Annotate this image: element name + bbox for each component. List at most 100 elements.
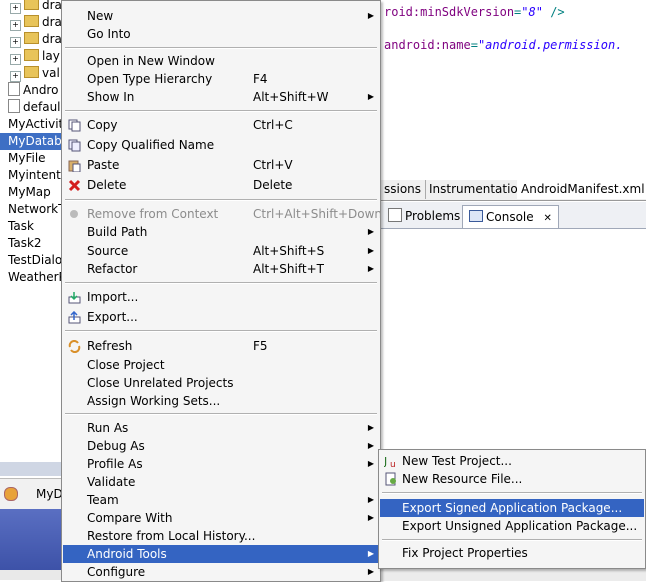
submenu-item-new-resource-file[interactable]: New Resource File... — [380, 470, 644, 488]
tree-item[interactable]: MyDataba — [0, 133, 64, 150]
tree-item[interactable]: MyActivit — [0, 116, 63, 133]
menu-item-label: Build Path — [87, 225, 148, 239]
tree-item[interactable]: + val — [0, 65, 60, 82]
tree-item[interactable]: WeatherP — [0, 269, 64, 286]
submenu-arrow-icon: ▶ — [367, 246, 374, 255]
menu-item-shortcut: F5 — [253, 339, 268, 353]
expand-icon[interactable]: + — [10, 71, 21, 82]
submenu-arrow-icon: ▶ — [367, 459, 374, 468]
menu-item-label: Validate — [87, 475, 136, 489]
tab-androidmanifest[interactable]: AndroidManifest.xml — [517, 180, 646, 199]
menu-item-remove-from-context: Remove from Context Ctrl+Alt+Shift+Down — [63, 205, 382, 223]
tree-item[interactable]: + lay — [0, 48, 60, 65]
menu-item-import[interactable]: Import... — [63, 288, 379, 306]
submenu-item-label: Export Unsigned Application Package... — [402, 519, 638, 533]
menu-item-restore-from-local-history[interactable]: Restore from Local History... — [63, 527, 379, 545]
remove-context-icon — [68, 208, 81, 221]
tree-item-label: WeatherP — [8, 270, 64, 284]
problems-icon — [388, 208, 402, 222]
menu-item-refresh[interactable]: Refresh F5 — [63, 337, 379, 355]
folder-icon — [24, 66, 39, 78]
menu-item-new[interactable]: New ▶ — [63, 7, 379, 25]
export-icon — [68, 310, 81, 324]
menu-item-copy[interactable]: Copy Ctrl+C — [63, 116, 379, 134]
tree-item[interactable]: NetworkT — [0, 201, 64, 218]
tree-item-label: Task2 — [8, 236, 42, 250]
expand-icon[interactable]: + — [10, 54, 21, 65]
submenu-item-fix-project-properties[interactable]: Fix Project Properties — [380, 544, 644, 562]
submenu-item-label: New Resource File... — [402, 472, 523, 486]
menu-item-export[interactable]: Export... — [63, 308, 379, 326]
menu-item-refactor[interactable]: Refactor Alt+Shift+T ▶ — [63, 260, 379, 278]
folder-icon — [24, 49, 39, 61]
menu-item-run-as[interactable]: Run As ▶ — [63, 419, 379, 437]
menu-item-copy-qualified-name[interactable]: Copy Qualified Name — [63, 136, 379, 154]
menu-item-label: Close Unrelated Projects — [87, 376, 234, 390]
tree-item[interactable]: defaul — [0, 99, 61, 116]
menu-item-profile-as[interactable]: Profile As ▶ — [63, 455, 379, 473]
manifest-editor[interactable] — [380, 0, 646, 180]
tree-item[interactable]: MyMap — [0, 184, 51, 201]
paste-icon — [68, 159, 81, 173]
bottom-left-footer — [0, 570, 64, 580]
menu-item-label: Close Project — [87, 358, 165, 372]
menu-item-label: New — [87, 9, 114, 23]
menu-item-close-project[interactable]: Close Project — [63, 356, 379, 374]
expand-icon[interactable]: + — [10, 20, 21, 31]
menu-item-go-into[interactable]: Go Into — [63, 25, 379, 43]
tree-item[interactable]: Myintent — [0, 167, 61, 184]
menu-item-configure[interactable]: Configure ▶ — [63, 563, 379, 581]
folder-icon — [24, 0, 39, 10]
file-icon — [8, 82, 20, 96]
tree-item[interactable]: TestDialo — [0, 252, 62, 269]
bottom-tab-label[interactable]: MyD — [36, 487, 63, 501]
tree-item[interactable]: Task2 — [0, 235, 42, 252]
menu-item-source[interactable]: Source Alt+Shift+S ▶ — [63, 242, 379, 260]
menu-item-open-in-new-window[interactable]: Open in New Window — [63, 52, 379, 70]
explorer-status-strip — [0, 462, 64, 476]
tree-item[interactable]: + dra — [0, 31, 62, 48]
submenu-item-export-unsigned-application-package[interactable]: Export Unsigned Application Package... — [380, 517, 644, 535]
menu-item-close-unrelated-projects[interactable]: Close Unrelated Projects — [63, 374, 379, 392]
tab-instrumentation[interactable]: Instrumentation — [425, 180, 531, 199]
expand-icon[interactable]: + — [10, 37, 21, 48]
menu-item-shortcut: Ctrl+V — [253, 158, 293, 172]
debug-icon[interactable] — [4, 487, 18, 501]
menu-item-assign-working-sets[interactable]: Assign Working Sets... — [63, 392, 379, 410]
tab-console[interactable]: Console ✕ — [462, 205, 559, 228]
tab-permissions[interactable]: ssions — [380, 180, 427, 199]
menu-item-show-in[interactable]: Show In Alt+Shift+W ▶ — [63, 88, 379, 106]
expand-icon[interactable]: + — [10, 3, 21, 14]
view-tabs: Problems Console ✕ — [380, 202, 646, 229]
copy-icon — [68, 119, 81, 132]
menu-item-open-type-hierarchy[interactable]: Open Type Hierarchy F4 — [63, 70, 379, 88]
menu-item-team[interactable]: Team ▶ — [63, 491, 379, 509]
close-icon[interactable]: ✕ — [543, 213, 551, 224]
tree-item[interactable]: + dra — [0, 14, 62, 31]
submenu-arrow-icon: ▶ — [367, 264, 374, 273]
menu-item-build-path[interactable]: Build Path ▶ — [63, 223, 379, 241]
tab-problems-label: Problems — [405, 209, 461, 223]
menu-item-shortcut: F4 — [253, 72, 268, 86]
tree-item-label: Andro — [23, 83, 59, 97]
menu-separator — [382, 539, 642, 541]
tree-item[interactable]: Andro — [0, 82, 58, 99]
menu-item-android-tools[interactable]: Android Tools ▶ — [63, 545, 379, 563]
tree-item-label: lay — [42, 49, 60, 63]
tab-problems[interactable]: Problems — [388, 205, 460, 227]
menu-item-label: Compare With — [87, 511, 173, 525]
menu-item-label: Refactor — [87, 262, 138, 276]
submenu-item-new-test-project[interactable]: Ju New Test Project... — [380, 452, 644, 470]
submenu-item-export-signed-application-package[interactable]: Export Signed Application Package... — [380, 499, 644, 517]
tree-item[interactable]: Task — [0, 218, 34, 235]
menu-item-validate[interactable]: Validate — [63, 473, 379, 491]
svg-text:u: u — [390, 460, 396, 468]
menu-item-delete[interactable]: Delete Delete — [63, 176, 379, 194]
tree-item-label: dra — [42, 32, 62, 46]
menu-item-debug-as[interactable]: Debug As ▶ — [63, 437, 379, 455]
menu-item-compare-with[interactable]: Compare With ▶ — [63, 509, 379, 527]
tree-item[interactable]: MyFile — [0, 150, 46, 167]
menu-item-paste[interactable]: Paste Ctrl+V — [63, 156, 379, 174]
tree-item-label: Task — [8, 219, 34, 233]
tree-item[interactable]: +drawable-hdpi — [0, 0, 64, 14]
